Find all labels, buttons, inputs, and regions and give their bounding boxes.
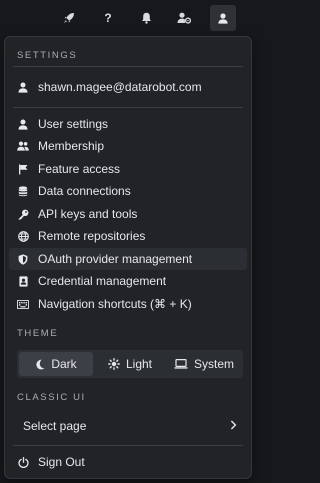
menu-item-label: Membership (38, 139, 105, 153)
theme-option-label: Dark (51, 357, 77, 371)
sun-icon (108, 358, 120, 370)
globe-icon (17, 230, 29, 242)
menu-item-label: User settings (38, 117, 109, 131)
menu-item-label: Data connections (38, 184, 131, 198)
menu-item-data-connections[interactable]: Data connections (9, 180, 247, 202)
menu-item-remote-repositories[interactable]: Remote repositories (9, 225, 247, 247)
users-icon (17, 140, 29, 152)
help-icon: ? (104, 11, 112, 25)
menu-item-label: Navigation shortcuts (⌘ + K) (38, 297, 192, 311)
account-email-row: shawn.magee@datarobot.com (9, 76, 247, 98)
bell-icon (141, 12, 152, 24)
divider (13, 107, 243, 108)
user-icon (17, 118, 29, 130)
user-icon (218, 12, 228, 24)
user-management-button[interactable] (171, 5, 197, 31)
menu-item-label: Feature access (38, 162, 121, 176)
power-icon (17, 456, 29, 468)
user-icon (17, 81, 29, 93)
sign-out-button[interactable]: Sign Out (9, 451, 247, 473)
select-page-dropdown[interactable]: Select page (9, 414, 247, 438)
theme-section-label: THEME (17, 328, 59, 339)
chevron-right-icon (230, 419, 237, 433)
user-settings-icon (177, 12, 191, 24)
help-button[interactable]: ? (95, 5, 121, 31)
account-menu: SETTINGS shawn.magee@datarobot.com User … (4, 36, 252, 479)
moon-icon (35, 359, 45, 370)
menu-item-user-settings[interactable]: User settings (9, 113, 247, 135)
menu-item-navigation-shortcuts[interactable]: Navigation shortcuts (⌘ + K) (9, 293, 247, 315)
divider (13, 66, 243, 67)
theme-option-dark[interactable]: Dark (19, 352, 93, 376)
menu-item-membership[interactable]: Membership (9, 135, 247, 157)
theme-toggle-group: Dark Light System (17, 350, 243, 378)
menu-item-credential-management[interactable]: Credential management (9, 270, 247, 292)
top-toolbar: ? (0, 0, 256, 34)
theme-option-label: Light (125, 357, 153, 371)
flag-icon (17, 163, 29, 175)
shield-icon (17, 253, 29, 265)
divider (13, 445, 243, 446)
classic-ui-section-label: CLASSIC UI (17, 392, 86, 403)
rocket-button[interactable] (56, 5, 82, 31)
theme-option-label: System (193, 357, 234, 371)
database-icon (17, 185, 29, 197)
theme-option-light[interactable]: Light (93, 352, 167, 376)
menu-item-feature-access[interactable]: Feature access (9, 158, 247, 180)
laptop-icon (174, 359, 188, 369)
menu-item-label: OAuth provider management (38, 252, 193, 266)
account-email: shawn.magee@datarobot.com (38, 80, 202, 94)
menu-item-label: Credential management (38, 274, 167, 288)
rocket-icon (63, 12, 75, 24)
theme-option-system[interactable]: System (167, 352, 241, 376)
keyboard-icon (17, 298, 29, 310)
id-badge-icon (17, 275, 29, 287)
settings-section-label: SETTINGS (17, 50, 78, 61)
select-page-label: Select page (23, 419, 87, 433)
menu-item-oauth-provider[interactable]: OAuth provider management (9, 248, 247, 270)
menu-item-label: API keys and tools (38, 207, 138, 221)
menu-item-api-keys[interactable]: API keys and tools (9, 203, 247, 225)
sign-out-label: Sign Out (38, 455, 85, 469)
key-icon (17, 208, 29, 220)
user-menu-button[interactable] (210, 5, 236, 31)
menu-item-label: Remote repositories (38, 229, 146, 243)
notifications-button[interactable] (133, 5, 159, 31)
